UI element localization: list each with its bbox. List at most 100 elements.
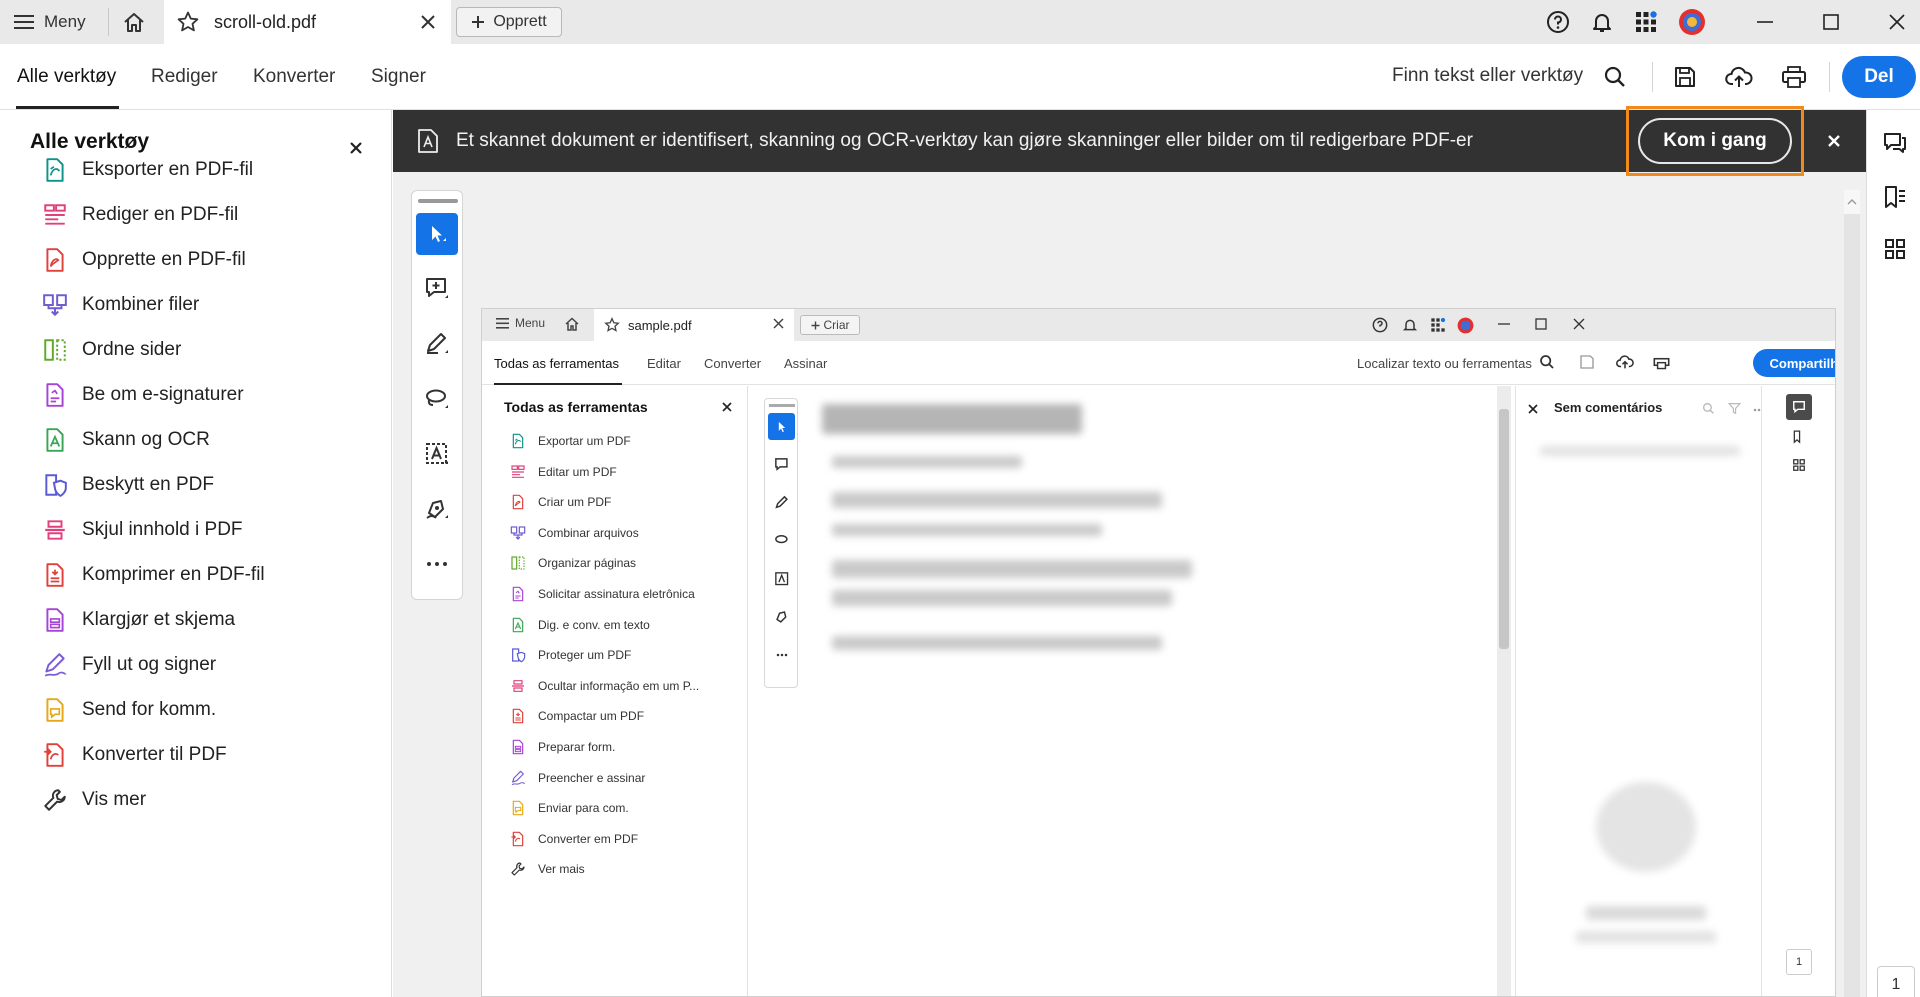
edit-pdf-icon: [510, 464, 538, 480]
menu-label: Meny: [44, 12, 86, 31]
find-text-label[interactable]: Finn tekst eller verktøy: [1392, 65, 1583, 87]
compress-pdf-icon: [510, 708, 538, 724]
quick-tools-toolbar: [411, 190, 463, 600]
search-icon: [1539, 354, 1555, 370]
tool-protect-pdf[interactable]: Beskytt en PDF: [30, 465, 380, 505]
pdf-page: Menu sample.pdf Criar Todas as ferrament…: [481, 308, 1836, 997]
blurred-heading: [822, 404, 1082, 434]
tool-redact[interactable]: Skjul innhold i PDF: [30, 510, 380, 550]
tab-convert[interactable]: Konverter: [253, 66, 335, 88]
star-icon[interactable]: [176, 10, 200, 34]
embedded-tool-label: Ocultar informação em um P...: [538, 678, 700, 693]
print-button[interactable]: [1777, 60, 1811, 94]
thumbnails-button[interactable]: [1880, 234, 1910, 264]
embedded-tool-item: Criar um PDF: [510, 491, 611, 513]
tool-request-signature[interactable]: Be om e-signaturer: [30, 375, 380, 415]
text-box-icon: [424, 441, 450, 467]
signature-pen-icon: [768, 603, 795, 630]
close-banner-button[interactable]: [1821, 128, 1847, 154]
ocr-banner: Et skannet dokument er identifisert, ska…: [393, 106, 1866, 176]
tool-scan-ocr[interactable]: Skann og OCR: [30, 420, 380, 460]
embedded-tool-item: Editar um PDF: [510, 461, 617, 483]
tab-sign[interactable]: Signer: [371, 66, 426, 88]
embedded-tool-item: Ocultar informação em um P...: [510, 675, 699, 697]
plus-icon: [471, 15, 485, 29]
draw-tool-button[interactable]: [416, 378, 458, 420]
upload-button[interactable]: [1722, 60, 1756, 94]
embedded-tool-item: Compactar um PDF: [510, 705, 644, 727]
compress-pdf-icon: [30, 562, 82, 588]
embedded-tool-label: Editar um PDF: [538, 464, 617, 479]
export-pdf-icon: [510, 433, 538, 449]
profile-button[interactable]: [1672, 0, 1712, 44]
save-button[interactable]: [1668, 60, 1702, 94]
tool-wrench[interactable]: Vis mer: [30, 780, 380, 820]
search-icon: [1603, 65, 1627, 89]
avatar: [1678, 8, 1706, 36]
document-tab[interactable]: scroll-old.pdf: [164, 0, 451, 44]
more-horizontal-icon: [425, 560, 449, 568]
help-icon: [1372, 317, 1388, 333]
hamburger-icon: [14, 14, 34, 30]
tool-compress-pdf[interactable]: Komprimer en PDF-fil: [30, 555, 380, 595]
drag-handle[interactable]: [418, 199, 458, 203]
comment-icon: [1882, 130, 1908, 156]
embedded-tab-all-tools: Todas as ferramentas: [494, 356, 620, 371]
vertical-scrollbar[interactable]: [1844, 190, 1860, 997]
tool-create-pdf[interactable]: Opprette en PDF-fil: [30, 240, 380, 280]
menu-button[interactable]: Meny: [14, 9, 86, 35]
apps-button[interactable]: [1628, 0, 1664, 44]
plus-icon: [811, 321, 820, 330]
avatar: [1457, 317, 1474, 334]
comments-panel-button[interactable]: [1880, 128, 1910, 158]
request-signature-icon: [510, 586, 538, 602]
close-tab-icon[interactable]: [417, 11, 439, 33]
create-button[interactable]: Opprett: [456, 7, 562, 37]
help-button[interactable]: [1540, 0, 1576, 44]
signature-pen-icon: [424, 496, 450, 522]
protect-pdf-icon: [510, 647, 538, 663]
share-button[interactable]: Del: [1842, 56, 1916, 98]
bookmarks-button[interactable]: [1880, 182, 1910, 212]
tool-label: Klargjør et skjema: [82, 609, 236, 630]
text-recognition-button[interactable]: [416, 433, 458, 475]
embedded-tool-label: Criar um PDF: [538, 495, 612, 510]
export-pdf-icon: [30, 157, 82, 183]
tool-organize-pages[interactable]: Ordne sider: [30, 330, 380, 370]
tab-all-tools[interactable]: Alle verktøy: [17, 66, 116, 88]
tool-label: Skann og OCR: [82, 429, 210, 450]
embedded-page-number: 1: [1786, 949, 1812, 975]
tool-send-comment[interactable]: Send for komm.: [30, 690, 380, 730]
embedded-quick-tools: [764, 398, 798, 688]
all-tools-panel: Alle verktøy Eksporter en PDF-fil Rediger…: [0, 110, 392, 997]
add-comment-button[interactable]: [416, 268, 458, 310]
get-started-button[interactable]: Kom i gang: [1638, 118, 1792, 164]
home-button[interactable]: [120, 9, 148, 35]
maximize-button[interactable]: [1808, 0, 1854, 44]
blurred-text-line: [1576, 931, 1716, 943]
embedded-tool-item: Enviar para com.: [510, 797, 629, 819]
tool-fill-sign[interactable]: Fyll ut og signer: [30, 645, 380, 685]
select-tool-button[interactable]: [416, 213, 458, 255]
minimize-button[interactable]: [1742, 0, 1788, 44]
create-pdf-icon: [510, 494, 538, 510]
tool-export-pdf[interactable]: Eksporter en PDF-fil: [30, 150, 380, 190]
tool-convert-pdf[interactable]: Konverter til PDF: [30, 735, 380, 775]
embedded-comments-title: Sem comentários: [1554, 400, 1663, 415]
highlight-tool-button[interactable]: [416, 323, 458, 365]
comment-add-icon: [768, 451, 795, 478]
close-icon: [1572, 317, 1586, 331]
tab-edit[interactable]: Rediger: [151, 66, 218, 88]
tool-edit-pdf[interactable]: Rediger en PDF-fil: [30, 195, 380, 235]
sign-tool-button[interactable]: [416, 488, 458, 530]
tool-combine-files[interactable]: Kombiner filer: [30, 285, 380, 325]
notifications-button[interactable]: [1584, 0, 1620, 44]
tool-prepare-form[interactable]: Klargjør et skjema: [30, 600, 380, 640]
search-button[interactable]: [1598, 60, 1632, 94]
more-tools-button[interactable]: [416, 543, 458, 585]
scroll-up-button[interactable]: [1844, 190, 1860, 214]
close-window-button[interactable]: [1874, 0, 1920, 44]
embedded-tool-item: Exportar um PDF: [510, 430, 631, 452]
page-number[interactable]: 1: [1877, 966, 1915, 997]
divider: [108, 8, 109, 36]
